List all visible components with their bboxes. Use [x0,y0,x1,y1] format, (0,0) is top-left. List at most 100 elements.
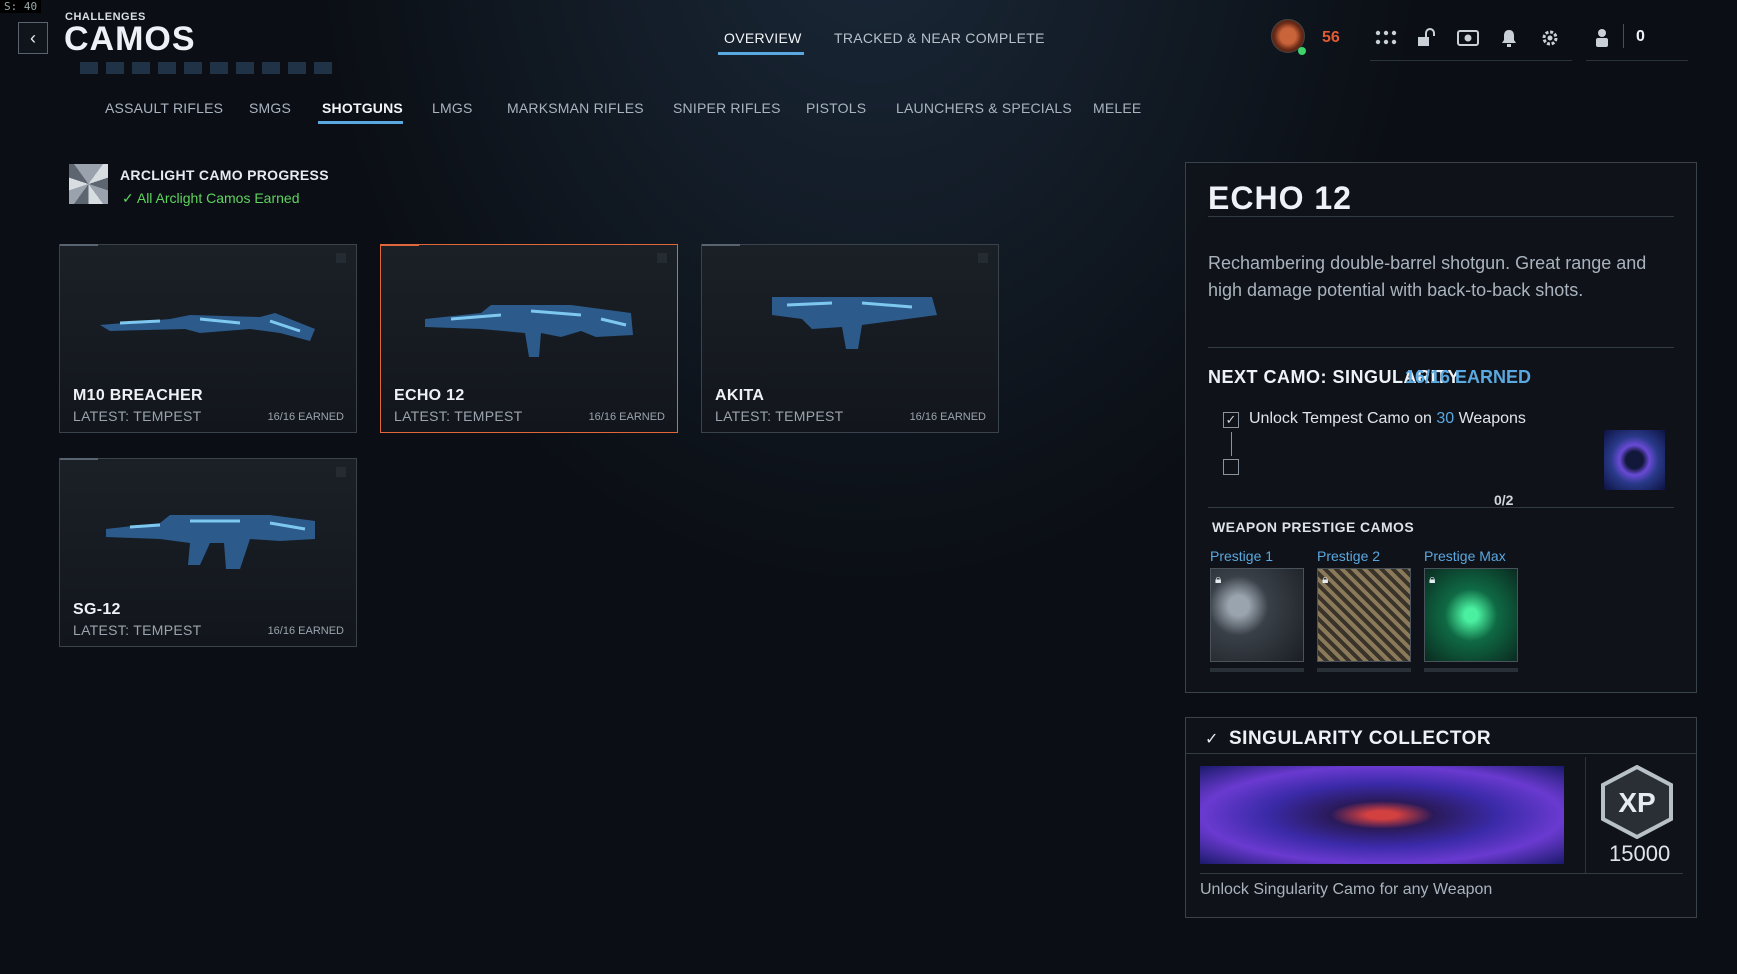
prestige-2-progress [1317,668,1411,672]
friends-icon[interactable] [1590,26,1614,50]
prestige-2-label: Prestige 2 [1317,548,1381,564]
weapon-name: AKITA [715,387,765,404]
card-topbar [60,244,98,246]
xp-badge-icon: XP [1601,765,1673,839]
media-icon[interactable] [1456,26,1480,50]
weapon-card-m10-breacher[interactable]: M10 BREACHER LATEST: TEMPEST 16/16 EARNE… [59,244,357,433]
challenge-checkbox-empty [1223,459,1239,475]
category-pistols[interactable]: PISTOLS [806,100,866,116]
card-corner-mark [978,253,988,263]
challenge-prefix: Unlock Tempest Camo on [1249,410,1437,427]
category-marksman-rifles[interactable]: MARKSMAN RIFLES [507,100,644,116]
checkmark-icon: ✓ [1205,731,1219,748]
card-topbar [702,244,740,246]
category-shotguns[interactable]: SHOTGUNS [322,100,403,116]
currency-count: 0 [1636,28,1645,45]
weapon-card-echo-12[interactable]: ECHO 12 LATEST: TEMPEST 16/16 EARNED [380,244,678,433]
weapon-card-akita[interactable]: AKITA LATEST: TEMPEST 16/16 EARNED [701,244,999,433]
challenge-suffix: Weapons [1454,410,1526,427]
category-smgs[interactable]: SMGS [249,100,291,116]
weapon-latest-camo: LATEST: TEMPEST [73,408,202,424]
weapon-latest-camo: LATEST: TEMPEST [715,408,844,424]
header-separator [1623,24,1624,48]
category-launchers-specials[interactable]: LAUNCHERS & SPECIALS [896,100,1072,116]
tab-overview[interactable]: OVERVIEW [724,30,802,46]
checkmark-icon: ✓ [122,190,134,206]
detail-title-divider [1208,216,1674,217]
xp-amount: 15000 [1609,841,1671,866]
shotgun-icon [100,313,315,341]
singularity-camo-thumbnail[interactable] [1604,430,1665,490]
card-topbar [60,458,98,460]
detail-weapon-title: ECHO 12 [1208,180,1352,216]
arclight-camo-thumbnail [69,164,108,204]
category-assault-rifles[interactable]: ASSAULT RIFLES [105,100,223,116]
prestige-max-label: Prestige Max [1424,548,1506,564]
player-level: 56 [1322,29,1340,46]
card-corner-mark [657,253,667,263]
weapon-earned-count: 16/16 EARNED [267,625,344,637]
collector-desc-divider [1200,873,1683,874]
challenge-connector [1231,432,1232,456]
prestige-camos-title: WEAPON PRESTIGE CAMOS [1212,519,1415,535]
weapon-latest-camo: LATEST: TEMPEST [73,622,202,638]
title-decoration [80,62,340,74]
detail-challenge-divider [1208,507,1674,508]
arclight-progress-title: ARCLIGHT CAMO PROGRESS [120,167,329,183]
prestige-1-tile[interactable]: 🔒︎ [1210,568,1304,662]
category-active-underline [318,121,403,124]
collector-divider [1585,757,1586,873]
weapon-earned-count: 16/16 EARNED [588,411,665,423]
back-button[interactable]: ‹ [18,22,48,54]
collector-header-divider [1186,753,1696,754]
shotgun-icon [425,305,633,357]
bell-icon[interactable] [1497,26,1521,50]
xp-label: XP [1618,787,1655,818]
shotgun-icon [106,515,315,569]
challenge-count: 30 [1436,410,1455,427]
prestige-max-progress [1424,668,1518,672]
challenge-text: Unlock Tempest Camo on 30 Weapons [1249,410,1526,428]
chevron-left-icon: ‹ [30,27,36,48]
challenge-progress: 0/2 [1494,492,1514,508]
next-camo-earned: 16/16 EARNED [1404,367,1531,387]
category-sniper-rifles[interactable]: SNIPER RIFLES [673,100,781,116]
card-corner-mark [336,253,346,263]
lock-icon: 🔒︎ [1322,572,1329,586]
category-lmgs[interactable]: LMGS [432,100,472,116]
gear-icon[interactable] [1538,26,1562,50]
apps-grid-icon[interactable] [1374,26,1398,50]
prestige-max-tile[interactable]: 🔒︎ [1424,568,1518,662]
collector-title: SINGULARITY COLLECTOR [1229,728,1492,749]
header-divider-right [1586,60,1688,61]
arclight-progress-status: ✓ All Arclight Camos Earned [122,190,300,207]
weapon-name: SG-12 [73,601,121,618]
lock-icon: 🔒︎ [1429,572,1436,586]
card-corner-mark [336,467,346,477]
prestige-1-progress [1210,668,1304,672]
card-topbar [381,244,419,246]
header-divider [1370,60,1572,61]
singularity-banner-image [1200,766,1564,864]
weapon-latest-camo: LATEST: TEMPEST [394,408,523,424]
weapon-earned-count: 16/16 EARNED [909,411,986,423]
weapon-earned-count: 16/16 EARNED [267,411,344,423]
prestige-1-label: Prestige 1 [1210,548,1274,564]
page-title: CAMOS [64,20,196,58]
collector-description: Unlock Singularity Camo for any Weapon [1200,881,1493,898]
online-status-dot [1298,47,1306,55]
weapon-name: ECHO 12 [394,387,465,404]
fps-counter: S: 40 [0,0,42,13]
arclight-status-text: All Arclight Camos Earned [136,190,300,206]
detail-desc-divider [1208,347,1674,348]
shotgun-icon [772,297,937,349]
prestige-2-tile[interactable]: 🔒︎ [1317,568,1411,662]
weapon-name: M10 BREACHER [73,387,203,404]
weapon-card-sg-12[interactable]: SG-12 LATEST: TEMPEST 16/16 EARNED [59,458,357,647]
lock-icon: 🔒︎ [1215,572,1222,586]
challenge-checkbox-checked: ✓ [1223,412,1239,428]
unlock-icon[interactable] [1414,26,1438,50]
detail-description: Rechambering double-barrel shotgun. Grea… [1208,253,1647,300]
tab-tracked[interactable]: TRACKED & NEAR COMPLETE [834,30,1045,46]
category-melee[interactable]: MELEE [1093,100,1141,116]
